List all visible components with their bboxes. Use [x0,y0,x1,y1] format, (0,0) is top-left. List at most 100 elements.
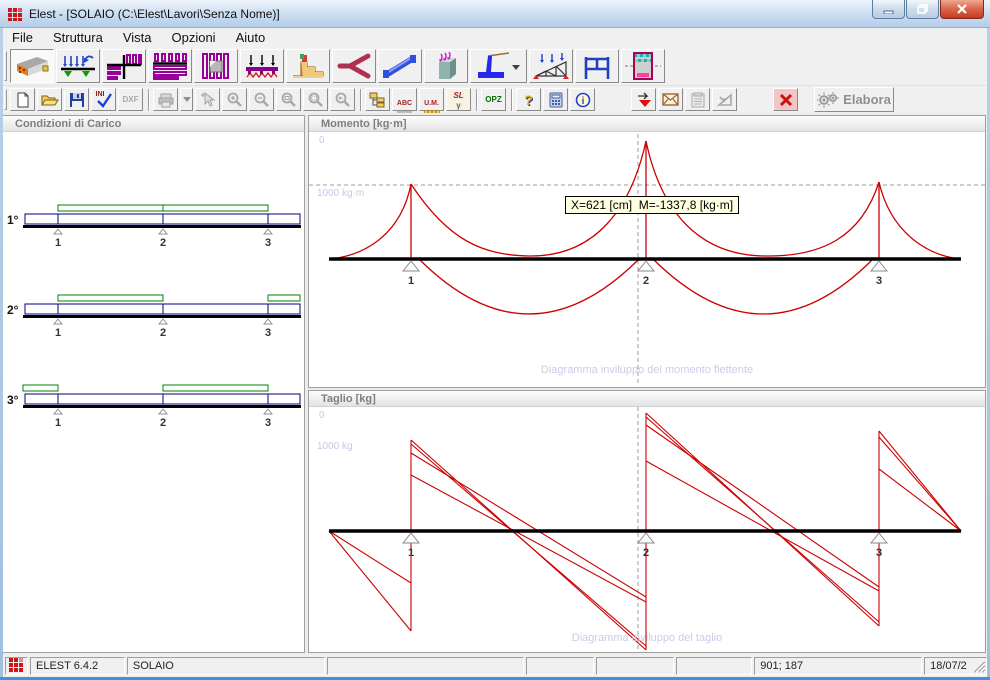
scale-zero-label: 0 [319,135,325,146]
retaining-wall-button[interactable] [470,49,527,83]
section-check-button[interactable] [712,88,737,111]
close-view-button[interactable] [773,88,798,111]
resize-grip[interactable] [972,659,986,676]
menu-aiuto[interactable]: Aiuto [226,29,276,47]
restore-button[interactable] [906,0,939,19]
help-button[interactable]: ? [516,88,541,111]
slab-plan-c-button[interactable] [194,49,238,83]
menu-vista[interactable]: Vista [113,29,162,47]
tree-view-button[interactable] [365,88,390,111]
red-x-icon [779,93,793,107]
solaio-floor-icon [13,52,51,80]
print-button[interactable] [153,88,178,111]
save-icon [69,92,85,108]
column-3d-button[interactable] [424,49,468,83]
condition-label: 3° [7,393,19,407]
info-button[interactable]: i [570,88,595,111]
shear-diagram[interactable]: 0 1000 kg [309,407,985,652]
marker-triangle-icon [636,92,652,108]
shear-panel-title: Taglio [kg] [309,391,985,407]
status-version: ELEST 6.4.2 [30,657,125,675]
slab-plan-a-button[interactable] [102,49,146,83]
elest-logo-icon [9,658,24,672]
select-add-button[interactable] [195,88,220,111]
dxf-export-button[interactable]: DXF [118,88,143,111]
status-empty-2 [526,657,594,675]
options-button[interactable]: OPZ [481,88,506,111]
minimize-button[interactable] [872,0,905,19]
truss-loads-button[interactable] [529,49,573,83]
save-button[interactable] [64,88,89,111]
marker-results-button[interactable] [631,88,656,111]
menu-file[interactable]: File [3,29,43,47]
support-label: 2 [643,275,649,287]
menu-bar: File Struttura Vista Opzioni Aiuto [3,29,987,47]
window-border-left [0,28,3,680]
solaio-floor-button[interactable] [10,49,54,83]
envelope-button[interactable] [658,88,683,111]
beam-supports-icon [59,52,97,80]
toolbar-separator [511,89,513,111]
slab-plan-c-icon [197,52,235,80]
status-empty-3 [596,657,674,675]
zoom-out-button[interactable] [249,88,274,111]
support-label: 2 [643,547,649,559]
support-label: 2 [160,237,166,249]
elabora-button[interactable]: Elabora [814,87,894,112]
menu-struttura[interactable]: Struttura [43,29,113,47]
safety-factors-button[interactable]: SL γ [446,88,471,111]
conditions-canvas[interactable]: 1° 1 2 3 2° [3,132,304,652]
gamma-label: γ [456,101,460,110]
stairs-3d-icon [289,52,327,80]
elabora-label: Elabora [843,92,891,107]
moment-panel: Momento [kg·m] 0 1000 kg·m [308,115,986,388]
sl-label: SL [453,91,463,100]
calculator-icon [549,92,563,108]
beam-supports-button[interactable] [56,49,100,83]
zoom-window-button[interactable] [303,88,328,111]
text-settings-button[interactable]: ABC [392,88,417,111]
moment-diagram[interactable]: 0 1000 kg·m [309,132,985,387]
status-bar: ELEST 6.4.2 SOLAIO 901; 187 18/07/2 [3,655,987,677]
report-button[interactable] [685,88,710,111]
distributed-load-button[interactable] [240,49,284,83]
print-icon [158,92,174,108]
calculator-button[interactable] [543,88,568,111]
load-condition-1: 1° 1 2 3 [7,205,301,249]
units-button[interactable]: U.M. [419,88,444,111]
zoom-extents-icon [281,92,297,108]
menu-opzioni[interactable]: Opzioni [161,29,225,47]
inclined-beam-button[interactable] [378,49,422,83]
gears-icon [817,92,839,108]
zoom-previous-button[interactable] [330,88,355,111]
status-coordinates: 901; 187 [754,657,922,675]
close-button[interactable] [940,0,984,19]
open-file-button[interactable] [37,88,62,111]
new-file-button[interactable] [10,88,35,111]
zoom-extents-button[interactable] [276,88,301,111]
distributed-load-icon [243,52,281,80]
support-label: 3 [265,327,271,339]
info-icon: i [575,92,591,108]
cross-section-button[interactable] [621,49,665,83]
app-window: Elest - [SOLAIO (C:\Elest\Lavori\Senza N… [0,0,990,680]
ini-settings-button[interactable]: INI [91,88,116,111]
status-project: SOLAIO [127,657,325,675]
toolbar-gripper-2[interactable] [4,89,7,110]
diagram-caption: Diagramma inviluppo del momento flettent… [541,364,753,376]
stairs-3d-button[interactable] [286,49,330,83]
support-label: 3 [876,275,882,287]
frame-portal-button[interactable] [575,49,619,83]
scale-value-label: 1000 kg·m [317,188,364,199]
toolbar-gripper[interactable] [4,51,7,81]
slab-plan-b-button[interactable] [148,49,192,83]
new-file-icon [15,92,31,108]
print-dropdown-button[interactable] [180,88,193,111]
svg-text:i: i [581,96,584,107]
status-empty-4 [676,657,752,675]
node-fork-button[interactable] [332,49,376,83]
pointer-add-icon [200,92,216,108]
zoom-in-button[interactable] [222,88,247,111]
toolbar-standard: INI DXF [3,85,987,113]
toolbar-separator [476,89,478,111]
